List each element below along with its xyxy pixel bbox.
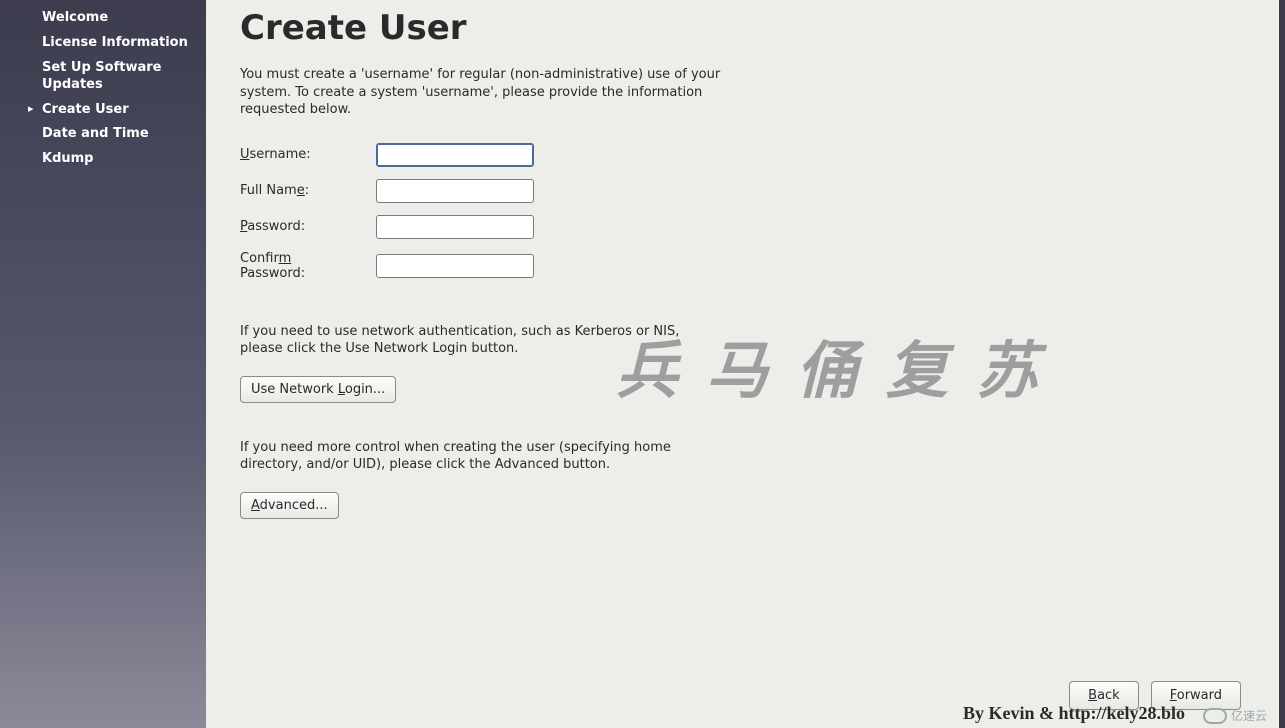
bottom-nav: Back Forward [1069, 681, 1241, 710]
fullname-label: Full Name: [240, 173, 376, 209]
sidebar-item-label: Welcome [42, 10, 108, 25]
page-title: Create User [240, 8, 1279, 48]
password-input[interactable] [376, 215, 534, 239]
forward-button[interactable]: Forward [1151, 681, 1241, 710]
sidebar: Welcome License Information Set Up Softw… [0, 0, 206, 728]
advanced-button[interactable]: Advanced... [240, 492, 339, 519]
sidebar-item-kdump[interactable]: Kdump [0, 147, 206, 172]
password-label: Password: [240, 209, 376, 245]
sidebar-item-software-updates[interactable]: Set Up Software Updates [0, 56, 206, 98]
sidebar-item-label: Create User [42, 102, 129, 117]
sidebar-item-label: Kdump [42, 151, 94, 166]
network-auth-text: If you need to use network authenticatio… [240, 323, 700, 358]
confirm-password-label: Confirm Password: [240, 245, 376, 287]
fullname-input[interactable] [376, 179, 534, 203]
sidebar-item-label: License Information [42, 35, 188, 50]
sidebar-item-label: Set Up Software Updates [42, 60, 161, 92]
main-content: Create User You must create a 'username'… [206, 0, 1285, 728]
back-button[interactable]: Back [1069, 681, 1139, 710]
username-label: Username: [240, 137, 376, 173]
intro-text: You must create a 'username' for regular… [240, 66, 740, 119]
sidebar-item-license-information[interactable]: License Information [0, 31, 206, 56]
create-user-form: Username: Full Name: Password: Confirm P… [240, 137, 534, 287]
username-input[interactable] [376, 143, 534, 167]
sidebar-item-label: Date and Time [42, 126, 149, 141]
sidebar-item-date-and-time[interactable]: Date and Time [0, 122, 206, 147]
use-network-login-button[interactable]: Use Network Login... [240, 376, 396, 403]
confirm-password-input[interactable] [376, 254, 534, 278]
sidebar-item-create-user[interactable]: Create User [0, 98, 206, 123]
sidebar-item-welcome[interactable]: Welcome [0, 6, 206, 31]
advanced-text: If you need more control when creating t… [240, 439, 700, 474]
